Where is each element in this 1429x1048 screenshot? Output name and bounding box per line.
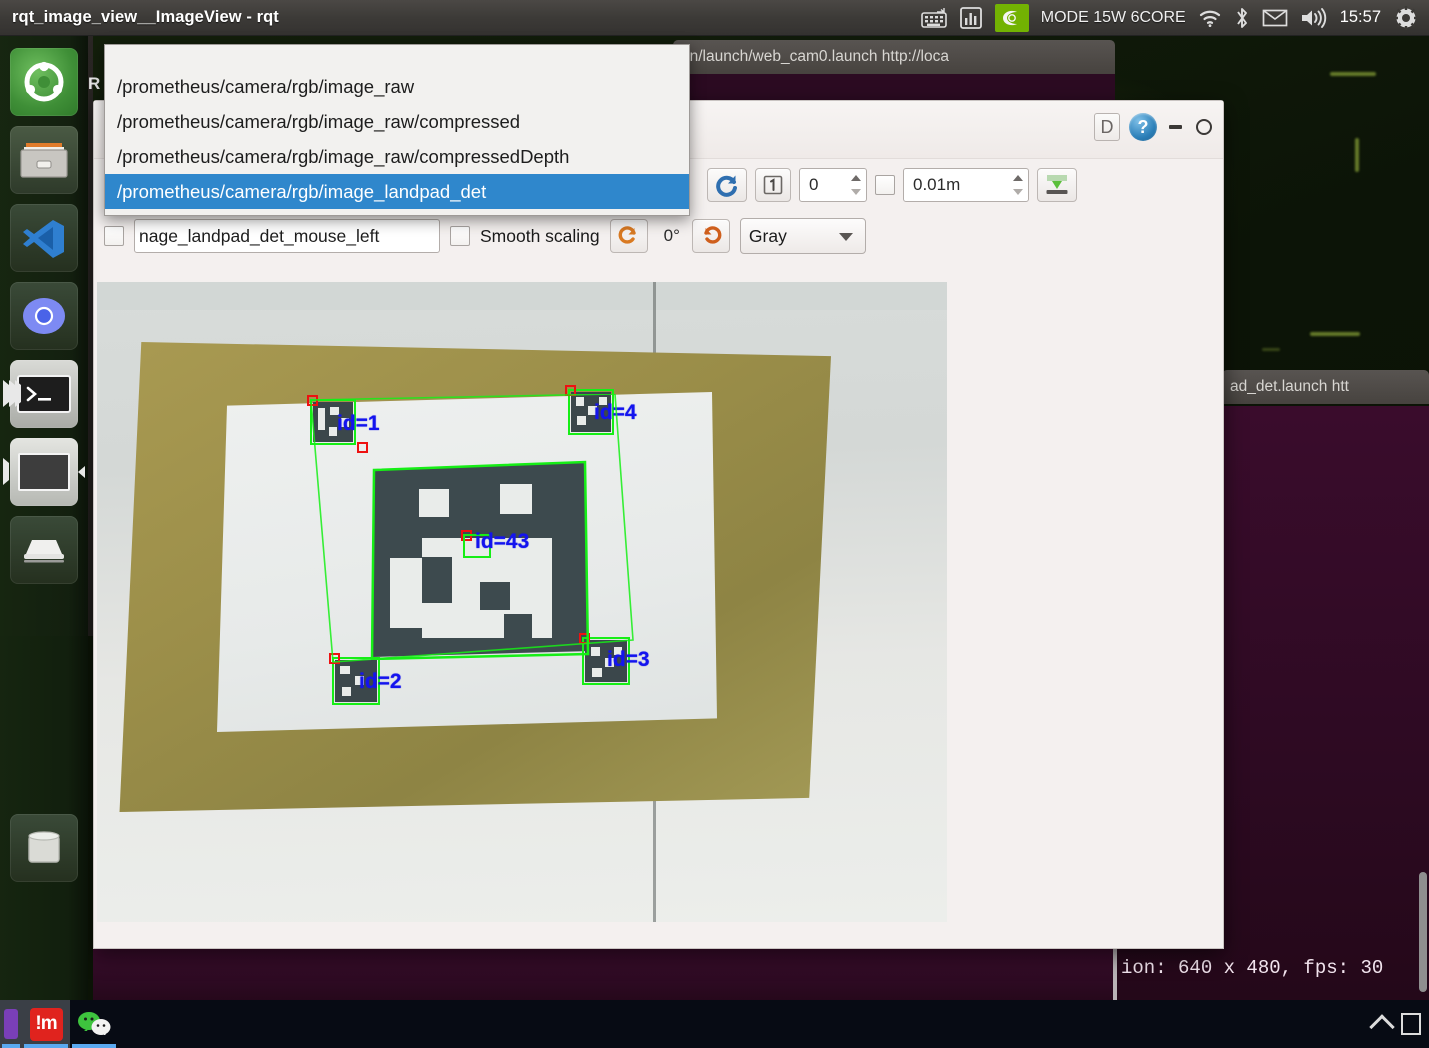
clock[interactable]: 15:57: [1340, 8, 1381, 27]
mail-icon[interactable]: [1262, 8, 1288, 28]
system-tray: MODE 15W 6CORE 15:57: [920, 3, 1429, 32]
marker-label-center: id=43: [475, 530, 530, 553]
range-spinbox[interactable]: 0.01m: [903, 168, 1029, 202]
zoom-one-to-one-button[interactable]: [755, 168, 791, 202]
number-spinbox-arrows[interactable]: [848, 171, 864, 199]
background-window-webcam[interactable]: on/launch/web_cam0.launch http://loca: [673, 40, 1115, 100]
chevron-up-icon[interactable]: [1369, 1013, 1395, 1040]
number-spinbox-value: 0: [809, 175, 819, 194]
smooth-scaling-checkbox[interactable]: [450, 226, 470, 246]
window-title: rqt_image_view__ImageView - rqt: [12, 8, 279, 26]
volume-icon[interactable]: [1300, 7, 1328, 29]
wechat-icon: [78, 1012, 111, 1035]
sidebar-item-disk[interactable]: [10, 516, 78, 584]
maximize-button[interactable]: [1193, 113, 1215, 141]
color-scheme-combo[interactable]: Gray: [739, 218, 866, 254]
taskbar-app-im[interactable]: !m: [22, 1000, 70, 1048]
power-mode-label: MODE 15W 6CORE: [1040, 8, 1186, 26]
chevron-down-icon: [838, 233, 853, 241]
nvidia-icon[interactable]: [994, 3, 1029, 32]
background-window-landpad-title: ad_det.launch htt: [1222, 370, 1429, 404]
sidebar-item-files[interactable]: [10, 126, 78, 194]
camera-wall-strip: [97, 282, 947, 310]
mouse-topic-input[interactable]: nage_landpad_det_mouse_left: [134, 219, 440, 253]
bottom-taskbar: !m: [0, 1000, 1429, 1048]
window-controls: D ?: [1094, 113, 1215, 141]
system-monitor-icon[interactable]: [959, 6, 983, 30]
background-window-landpad[interactable]: ad_det.launch htt: [1222, 370, 1429, 406]
rotate-icon[interactable]: [691, 219, 730, 253]
gear-icon[interactable]: [1393, 5, 1419, 31]
sidebar-item-window[interactable]: [3, 438, 85, 506]
taskbar-app-wechat[interactable]: [70, 1000, 118, 1048]
wifi-icon[interactable]: [1198, 8, 1222, 28]
rotation-degrees-label: 0°: [663, 226, 680, 245]
rqt-image-view-window: D ? 0 0.01m nage_landpad_det_mouse_left …: [93, 100, 1224, 949]
color-scheme-value: Gray: [748, 225, 787, 246]
running-indicator-window: [3, 458, 9, 485]
reset-icon[interactable]: [609, 219, 648, 253]
help-button[interactable]: ?: [1129, 113, 1157, 141]
panel-icon[interactable]: [1401, 1013, 1421, 1035]
keyboard-icon[interactable]: [920, 7, 947, 29]
range-spinbox-value: 0.01m: [913, 175, 961, 194]
minimize-button[interactable]: [1166, 113, 1184, 141]
image-view-toolbar-row2: nage_landpad_det_mouse_left Smooth scali…: [94, 211, 1223, 261]
background-terminal-letter: R: [88, 74, 101, 93]
mouse-publish-checkbox[interactable]: [104, 226, 124, 246]
mouse-topic-value: nage_landpad_det_mouse_left: [139, 225, 380, 246]
save-image-icon[interactable]: [1037, 168, 1077, 202]
sidebar-item-terminal[interactable]: [3, 360, 78, 428]
smooth-scaling-label: Smooth scaling: [480, 225, 600, 246]
topic-combo-popup[interactable]: /prometheus/camera/rgb/image_raw /promet…: [104, 44, 690, 216]
sidebar-item-chromium[interactable]: [10, 282, 78, 350]
dropdown-item-1[interactable]: /prometheus/camera/rgb/image_raw/compres…: [105, 104, 689, 139]
refresh-topics-icon[interactable]: [707, 168, 747, 202]
sidebar-item-ubuntu-dash[interactable]: [10, 48, 78, 116]
dropdown-item-3[interactable]: /prometheus/camera/rgb/image_landpad_det: [105, 174, 689, 209]
dock-button[interactable]: D: [1094, 113, 1120, 141]
focused-indicator: [78, 466, 85, 478]
desktop-screen: R on/launch/web_cam0.launch http://loca …: [0, 0, 1429, 1048]
sidebar-item-trash[interactable]: [10, 814, 78, 882]
dynamic-range-checkbox[interactable]: [875, 175, 895, 195]
bluetooth-icon[interactable]: [1234, 6, 1250, 30]
terminal-output-text: ion: 640 x 480, fps: 30: [1121, 957, 1384, 979]
taskbar-tray: [1369, 1013, 1429, 1040]
number-spinbox[interactable]: 0: [799, 168, 867, 202]
range-spinbox-arrows[interactable]: [1010, 171, 1026, 199]
im-app-label: !m: [29, 1007, 63, 1041]
dropdown-item-0[interactable]: /prometheus/camera/rgb/image_raw: [105, 69, 689, 104]
image-view-canvas[interactable]: id=1 id=4 id=2 id=3 id=43: [97, 282, 947, 922]
running-indicator: [3, 380, 21, 407]
unity-launcher: [0, 36, 88, 1004]
unity-top-panel: rqt_image_view__ImageView - rqt MODE 15W…: [0, 0, 1429, 36]
dropdown-item-2[interactable]: /prometheus/camera/rgb/image_raw/compres…: [105, 139, 689, 174]
vertical-scrollbar[interactable]: [1419, 872, 1427, 992]
taskbar-app-partial[interactable]: [0, 1000, 22, 1048]
sidebar-item-vscode[interactable]: [10, 204, 78, 272]
background-window-webcam-title: on/launch/web_cam0.launch http://loca: [673, 40, 1115, 74]
